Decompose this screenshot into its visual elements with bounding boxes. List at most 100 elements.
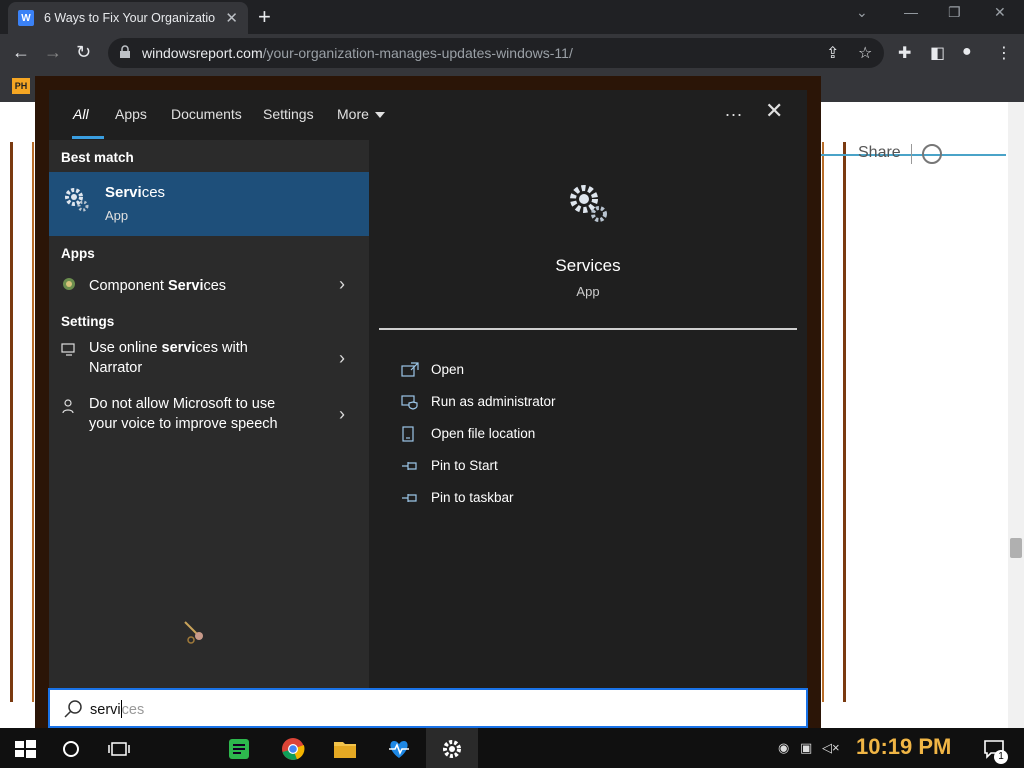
result-label-line2: your voice to improve speech	[89, 416, 278, 432]
tab-more-label: More	[337, 106, 369, 122]
windows-start-icon[interactable]	[12, 736, 38, 762]
tab-settings[interactable]: Settings	[263, 106, 314, 122]
chrome-icon[interactable]	[280, 736, 306, 762]
page-search-icon[interactable]	[922, 144, 942, 164]
result-detail-pane: Services App Open Run as administrator O…	[379, 152, 797, 688]
site-favicon-icon: W	[18, 10, 34, 26]
decorative-border-left	[10, 142, 34, 702]
tab-close-icon[interactable]: ✕	[225, 9, 238, 27]
result-voice-privacy[interactable]: Do not allow Microsoft to use your voice…	[49, 392, 369, 440]
menu-icon[interactable]: ⋮	[996, 43, 1012, 63]
bookmark-star-icon[interactable]: ☆	[858, 43, 872, 63]
search-query-typed: servi	[90, 701, 121, 718]
forward-icon[interactable]: →	[44, 42, 62, 63]
tab-apps[interactable]: Apps	[115, 106, 147, 122]
url-domain: windowsreport.com	[142, 45, 263, 61]
file-explorer-icon[interactable]	[332, 736, 358, 762]
profile-icon[interactable]: ●	[962, 43, 972, 61]
result-label-bold: Servi	[168, 278, 204, 294]
gear-icon[interactable]	[439, 736, 465, 762]
search-circle-icon[interactable]	[58, 736, 84, 762]
tray-app-icon[interactable]: ◉	[778, 740, 789, 756]
best-match-type: App	[105, 208, 129, 223]
apps-header: Apps	[61, 246, 95, 261]
chevron-down-icon	[374, 112, 385, 119]
browser-tab-bar: W 6 Ways to Fix Your Organizatio ✕ + ⌄ —…	[0, 0, 1024, 34]
result-label: Do not allow Microsoft to use your voice…	[89, 394, 309, 434]
chevron-right-icon[interactable]: ›	[339, 348, 345, 369]
best-match-header: Best match	[61, 150, 134, 165]
steampunk-cursor-icon	[184, 621, 203, 644]
browser-tab[interactable]: W 6 Ways to Fix Your Organizatio ✕	[8, 2, 248, 34]
chevron-right-icon[interactable]: ›	[339, 274, 345, 295]
desktop-screen: W 6 Ways to Fix Your Organizatio ✕ + ⌄ —…	[0, 0, 1024, 768]
windows-search-panel: All Apps Documents Settings More ... ✕ B…	[35, 76, 821, 728]
best-match-name: Services	[105, 184, 165, 201]
result-label-prefix: Component	[89, 278, 168, 294]
result-component-services[interactable]: Component Services ›	[49, 268, 369, 304]
back-icon[interactable]: ←	[12, 42, 30, 63]
tab-title: 6 Ways to Fix Your Organizatio	[43, 11, 216, 25]
shield-icon	[401, 395, 418, 410]
tab-more[interactable]: More	[337, 106, 385, 122]
result-label-bold: servi	[161, 340, 196, 356]
reload-icon[interactable]: ↻	[76, 42, 91, 63]
close-window-icon[interactable]: ✕	[994, 4, 1006, 21]
clock[interactable]: 10:19 PM	[856, 734, 951, 760]
share-link[interactable]: Share	[858, 144, 901, 162]
action-pin-to-taskbar[interactable]: Pin to taskbar	[401, 488, 701, 512]
chevron-right-icon[interactable]: ›	[339, 404, 345, 425]
bookmark-ph[interactable]: PH	[12, 78, 30, 94]
extensions-icon[interactable]: ✚	[898, 43, 911, 63]
services-gear-icon	[65, 188, 89, 212]
settings-header: Settings	[61, 314, 115, 329]
action-open-file-location[interactable]: Open file location	[401, 424, 701, 448]
file-location-icon	[402, 426, 414, 442]
search-icon	[64, 700, 82, 718]
action-open[interactable]: Open	[401, 360, 701, 384]
sidebar-icon[interactable]: ◧	[930, 43, 945, 63]
tab-all[interactable]: All	[73, 106, 89, 122]
lock-icon	[120, 45, 130, 58]
notes-app-icon[interactable]	[226, 736, 252, 762]
tab-documents[interactable]: Documents	[171, 106, 242, 122]
tab-search-icon[interactable]: ⌄	[856, 4, 868, 21]
action-label: Run as administrator	[431, 394, 556, 409]
action-run-as-admin[interactable]: Run as administrator	[401, 392, 701, 416]
decorative-border-right	[822, 142, 846, 702]
search-input[interactable]: services	[48, 688, 808, 728]
scroll-thumb[interactable]	[1010, 538, 1022, 558]
restore-icon[interactable]: ❐	[948, 4, 961, 21]
detail-app-name: Services	[555, 256, 621, 275]
result-label-rest: ces	[203, 278, 227, 294]
result-online-services-narrator[interactable]: Use online services with Narrator ›	[49, 336, 369, 384]
volume-muted-icon[interactable]: ◁×	[822, 740, 840, 756]
page-scrollbar[interactable]	[1008, 102, 1024, 728]
share-page-icon[interactable]: ⇪	[826, 43, 839, 63]
services-gear-icon	[570, 185, 607, 222]
divider	[911, 144, 912, 164]
network-icon[interactable]: ▣	[800, 740, 812, 756]
close-search-icon[interactable]: ✕	[765, 98, 783, 124]
more-options-icon[interactable]: ...	[725, 100, 743, 121]
result-label-prefix: Use online	[89, 340, 162, 356]
action-pin-to-start[interactable]: Pin to Start	[401, 456, 701, 480]
narrator-icon	[61, 343, 75, 356]
best-match-services[interactable]: Services App	[49, 172, 369, 236]
search-query: services	[90, 700, 144, 720]
component-services-icon	[63, 278, 75, 290]
taskbar: ◉ ▣ ◁× 10:19 PM 1	[0, 728, 1024, 768]
minimize-icon[interactable]: —	[904, 4, 918, 20]
results-list: Best match Services App Apps Component S…	[49, 140, 369, 688]
address-bar[interactable]: windowsreport.com/your-organization-mana…	[108, 38, 884, 68]
health-app-icon[interactable]	[386, 736, 412, 762]
notification-count-badge: 1	[994, 750, 1008, 764]
result-label-line2: Narrator	[89, 360, 143, 376]
search-filter-tabs: All Apps Documents Settings More ... ✕	[49, 90, 807, 140]
new-tab-icon[interactable]: +	[258, 4, 271, 30]
best-match-name-rest: ces	[141, 184, 166, 201]
search-query-autocomplete: ces	[121, 701, 145, 718]
browser-toolbar: ← → ↻ windowsreport.com/your-organizatio…	[0, 34, 1024, 72]
result-label-rest: ces with	[195, 340, 248, 356]
task-view-icon[interactable]	[106, 736, 132, 762]
